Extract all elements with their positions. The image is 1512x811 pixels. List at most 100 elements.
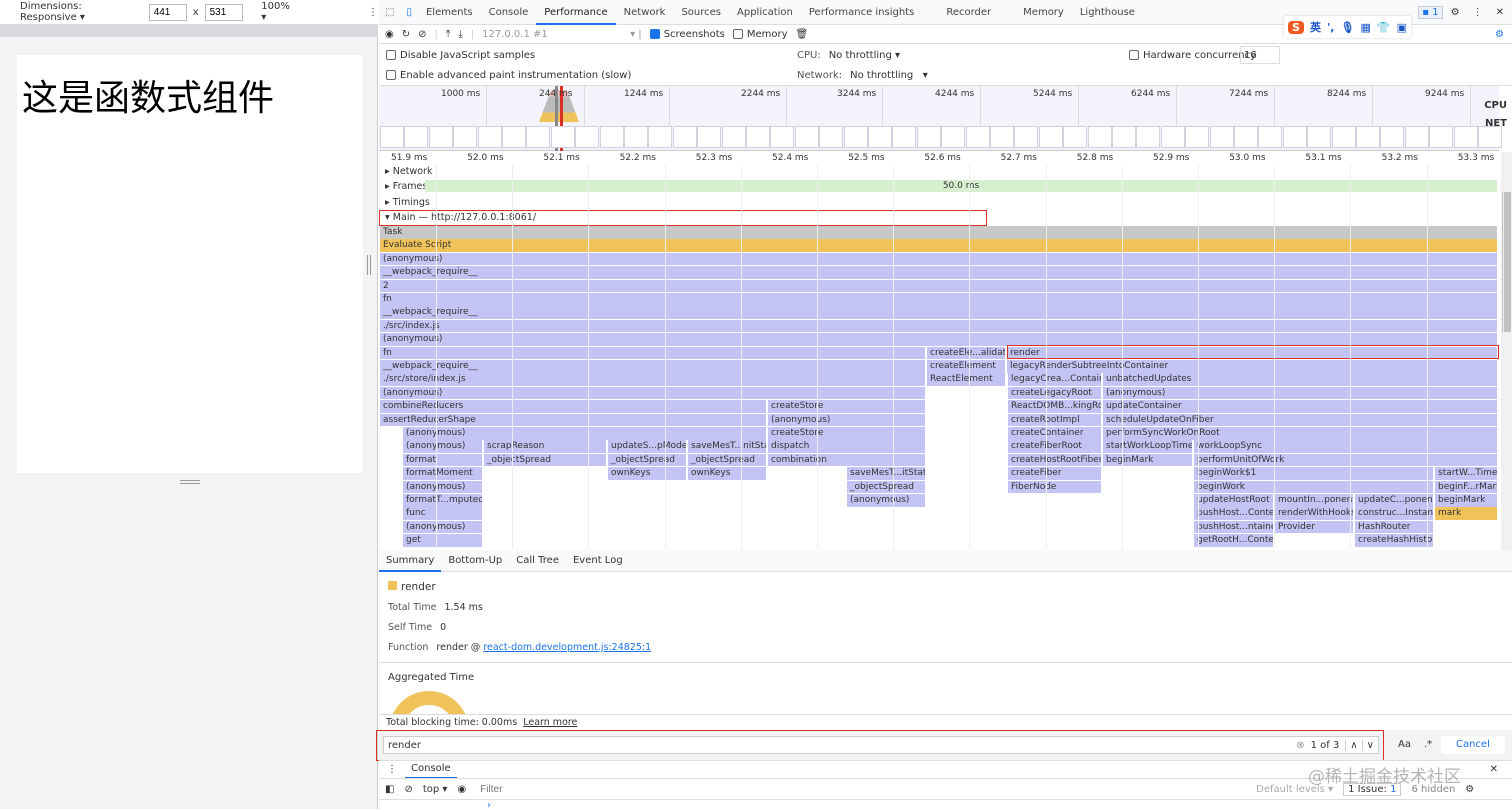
flame-bar-formatmoment[interactable]: formatMoment [403,467,483,480]
inspect-icon[interactable]: ⬚ [379,7,400,18]
screenshot-thumb[interactable] [453,126,478,148]
flame-bar-ownkeys[interactable]: ownKeys [688,467,767,480]
flame-bar-format[interactable]: format [403,453,483,467]
tab-memory[interactable]: Memory [1015,0,1072,25]
flame-bar-combinereducers[interactable]: combineReducers [380,400,767,413]
screenshot-thumb[interactable] [1160,126,1185,148]
flame-bar-hashrouter[interactable]: HashRouter [1355,520,1434,534]
screenshot-thumb[interactable] [1453,126,1478,148]
flame-bar-reactelement[interactable]: ReactElement [927,373,1006,386]
more-icon[interactable]: ⋮ [368,7,378,18]
flame-bar-anonymous[interactable]: (anonymous) [403,440,483,453]
tab-bottom-up[interactable]: Bottom-Up [441,550,509,572]
flame-bar-createelement[interactable]: createElement [927,360,1006,373]
flame-bar-anonymous[interactable]: (anonymous) [1103,386,1498,400]
screenshot-thumb[interactable] [1307,126,1332,148]
flame-bar-createstore[interactable]: createStore [768,427,926,440]
flame-bar-fn[interactable]: fn [380,293,1498,306]
flame-bar-beginmark[interactable]: beginMark [1103,453,1193,467]
flame-bar-unbatchedupdates[interactable]: unbatchedUpdates [1103,373,1498,386]
screenshot-thumb[interactable] [526,126,551,148]
flame-bar-savemest-itstate[interactable]: saveMesT...itState [847,467,926,480]
screenshots-checkbox[interactable]: Screenshots [649,28,725,40]
flame-bar-task[interactable]: Task [380,226,1498,239]
match-case-button[interactable]: Aa [1398,739,1411,750]
flame-bar-reactdomb-kingroot[interactable]: ReactDOMB...kingRoot [1008,400,1102,413]
tab-recorder[interactable]: Recorder [938,0,1015,25]
screenshot-thumb[interactable] [380,126,404,148]
flame-bar-createfiber[interactable]: createFiber [1008,467,1102,480]
flame-bar-updates-pmodel[interactable]: updateS...pModel [608,440,687,453]
regex-button[interactable]: .* [1424,739,1432,750]
zoom-select[interactable]: 100% ▾ [261,1,292,23]
flame-bar-createstore[interactable]: createStore [768,400,926,413]
console-prompt-icon[interactable]: › [487,800,491,811]
tab-call-tree[interactable]: Call Tree [509,550,566,572]
flame-bar-mark[interactable]: mark [1435,507,1498,520]
console-filter-input[interactable] [476,783,1247,795]
flame-bar-combination[interactable]: combination [768,453,926,467]
height-input[interactable] [204,3,243,21]
flame-bar-anonymous[interactable]: (anonymous) [380,386,926,400]
flame-bar-createhostrootfiber[interactable]: createHostRootFiber [1008,453,1102,467]
hw-concurrency-checkbox[interactable]: Hardware concurrency [1129,50,1256,61]
screenshot-thumb[interactable] [1429,126,1454,148]
flame-bar-savemest-nitstate[interactable]: saveMesT...nitState [688,440,767,453]
tab-network[interactable]: Network [616,0,674,25]
sidebar-toggle-icon[interactable]: ◧ [385,784,394,795]
flame-bar-webpack-require[interactable]: __webpack_require__ [380,306,1498,319]
screenshot-thumb[interactable] [746,126,770,148]
reload-icon[interactable]: ↻ [402,29,410,40]
screenshot-thumb[interactable] [1087,126,1112,148]
memory-checkbox[interactable]: Memory [732,28,788,40]
cancel-button[interactable]: Cancel [1441,736,1505,754]
screenshot-thumb[interactable] [1014,126,1039,148]
device-toggle-icon[interactable]: ▯ [400,7,418,18]
flame-bar-updatec-ponent[interactable]: updateC...ponent [1355,494,1434,507]
context-select[interactable]: top ▾ [423,784,448,795]
gear-icon[interactable]: ⚙ [1443,7,1468,18]
screenshot-thumb[interactable] [1209,126,1234,148]
flame-bar-performsyncworkonroot[interactable]: performSyncWorkOnRoot [1103,427,1498,440]
screenshot-thumb[interactable] [892,126,917,148]
screenshot-thumb[interactable] [672,126,697,148]
tab-performance[interactable]: Performance [536,0,616,25]
flame-bar-src-store-index-js[interactable]: ./src/store/index.js [380,373,926,386]
flame-bar-pushhost-ntainer[interactable]: pushHost...ntainer [1194,520,1274,534]
flame-bar-legacyrendersubtreeintocontainer[interactable]: legacyRenderSubtreeIntoContainer [1007,360,1498,373]
tab-elements[interactable]: Elements [418,0,481,25]
flame-bar-updatecontainer[interactable]: updateContainer [1103,400,1498,413]
tab-performance-insights[interactable]: Performance insights [801,0,938,25]
flame-bar-fibernode[interactable]: FiberNode [1008,480,1102,494]
flame-bar-startw-timer[interactable]: startW...Timer [1435,467,1498,480]
screenshot-thumb[interactable] [1258,126,1283,148]
screenshot-thumb[interactable] [965,126,990,148]
flame-bar-evaluate-script[interactable]: Evaluate Script [380,239,1498,252]
screenshot-thumb[interactable] [1404,126,1429,148]
tab-sources[interactable]: Sources [673,0,729,25]
flame-bar-provider[interactable]: Provider [1275,520,1354,534]
flame-bar-objectspread[interactable]: _objectSpread [608,453,687,467]
screenshot-thumb[interactable] [1282,126,1307,148]
flame-bar-anonymous[interactable]: (anonymous) [380,252,1498,266]
flame-bar-anonymous[interactable]: (anonymous) [847,494,926,507]
flame-bar-scheduleupdateonfiber[interactable]: scheduleUpdateOnFiber [1103,413,1498,427]
flame-bar-workloopsync[interactable]: workLoopSync [1194,440,1498,453]
disable-js-checkbox[interactable]: Disable JavaScript samples [386,50,535,61]
screenshot-thumb[interactable] [1136,126,1161,148]
record-icon[interactable]: ◉ [385,29,394,40]
flame-bar-getrooth-context[interactable]: getRootH...Context [1194,534,1274,547]
screenshot-thumb[interactable] [794,126,819,148]
track-network[interactable]: ▸ Network [379,164,1499,179]
screenshot-thumb[interactable] [428,126,453,148]
screenshot-thumb[interactable] [404,126,429,148]
screenshot-thumb[interactable] [1185,126,1210,148]
flame-bar-anonymous[interactable]: (anonymous) [768,413,926,427]
dimensions-select[interactable]: Dimensions: Responsive ▾ [20,1,128,23]
flame-bar-createlegacyroot[interactable]: createLegacyRoot [1008,386,1102,400]
more-icon[interactable]: ⋮ [1468,7,1488,18]
flame-bar-construc-instance[interactable]: construc...Instance [1355,507,1434,520]
frame-bar[interactable]: 50.0 ms [425,180,1497,192]
flame-bar-webpack-require[interactable]: __webpack_require__ [380,266,1498,279]
flame-bar-func[interactable]: func [403,507,483,520]
